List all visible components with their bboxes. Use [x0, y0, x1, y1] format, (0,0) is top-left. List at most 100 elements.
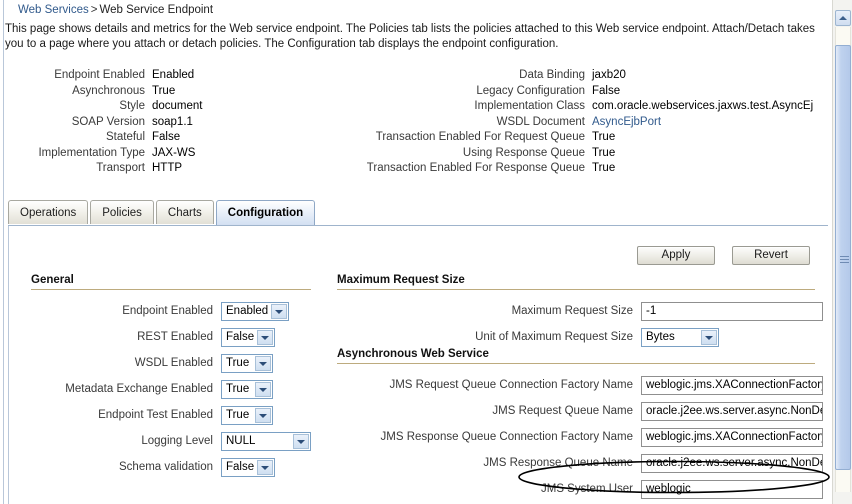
jms-system-user-input[interactable]: weblogic — [641, 480, 823, 499]
wsdl-enabled-select[interactable]: True — [221, 354, 273, 373]
summary-label: Using Response Queue — [462, 146, 585, 159]
select-value: True — [226, 383, 250, 395]
wsdl-document-link[interactable]: AsyncEjbPort — [592, 115, 661, 131]
scroll-up-arrow-icon[interactable] — [835, 10, 851, 26]
summary-label: Stateful — [106, 131, 145, 143]
field-row-schema-validation: Schema validation False — [31, 457, 311, 478]
summary-row: Legacy Configuration False — [340, 84, 830, 100]
scrollbar-grip-icon — [840, 256, 849, 265]
summary-row: SOAP Version soap1.1 — [0, 115, 300, 131]
breadcrumb-separator: > — [90, 4, 98, 16]
section-title: General — [31, 274, 74, 286]
configuration-panel: Apply Revert General Endpoint Enabled Ena… — [8, 226, 828, 504]
summary-value: JAX-WS — [152, 146, 196, 159]
section-divider — [337, 289, 815, 290]
apply-button[interactable]: Apply — [636, 246, 715, 265]
select-value: True — [226, 409, 250, 421]
summary-row: Endpoint Enabled Enabled — [0, 68, 300, 84]
summary-value: False — [152, 131, 181, 143]
breadcrumb-current: Web Service Endpoint — [99, 4, 214, 16]
select-value: False — [226, 461, 255, 473]
summary-row: Stateful False — [0, 130, 300, 146]
chevron-down-icon[interactable] — [257, 460, 273, 475]
section-asynchronous-web-service: Asynchronous Web Service JMS Request Que… — [337, 348, 823, 504]
section-divider — [337, 363, 815, 364]
field-row-jms-response-queue-name: JMS Response Queue Name oracle.j2ee.ws.se… — [337, 453, 823, 474]
summary-value: True — [592, 146, 616, 159]
select-value: Bytes — [646, 331, 675, 343]
summary-column-left: Endpoint Enabled Enabled Asynchronous True… — [0, 68, 300, 177]
summary-row: Transport HTTP — [0, 161, 300, 177]
summary-value: com.oracle.webservices.jaxws.test.AsyncE… — [592, 100, 814, 112]
field-label: Metadata Exchange Enabled — [65, 383, 213, 395]
summary-value: True — [592, 162, 616, 174]
field-label: JMS Response Queue Name — [483, 457, 633, 469]
metadata-exchange-enabled-select[interactable]: True — [221, 380, 273, 399]
field-row-logging-level: Logging Level NULL — [31, 431, 311, 452]
page-root: Web Services > Web Service Endpoint This p… — [0, 0, 852, 504]
summary-row: Transaction Enabled For Request Queue Tru… — [340, 130, 830, 146]
field-row-unit-of-maximum-request-size: Unit of Maximum Request Size Bytes — [337, 327, 815, 348]
summary-label: Implementation Class — [474, 100, 585, 112]
field-label: Endpoint Enabled — [122, 305, 213, 317]
chevron-down-icon[interactable] — [255, 408, 271, 423]
field-row-rest-enabled: REST Enabled False — [31, 327, 311, 348]
summary-value: Enabled — [152, 69, 195, 81]
tab-configuration[interactable]: Configuration — [215, 200, 316, 225]
schema-validation-select[interactable]: False — [221, 458, 275, 477]
section-general: General Endpoint Enabled Enabled REST Ena… — [31, 274, 311, 483]
summary-value: jaxb20 — [592, 69, 626, 81]
section-title: Maximum Request Size — [337, 274, 465, 286]
rest-enabled-select[interactable]: False — [221, 328, 275, 347]
summary-value: True — [592, 131, 616, 143]
chevron-down-icon[interactable] — [257, 330, 273, 345]
summary-label: WSDL Document — [496, 115, 585, 128]
field-row-maximum-request-size: Maximum Request Size -1 — [337, 301, 823, 322]
jms-request-queue-name-input[interactable]: oracle.j2ee.ws.server.async.NonDe — [641, 402, 823, 421]
jms-response-queue-connection-factory-name-input[interactable]: weblogic.jms.XAConnectionFactory — [641, 428, 823, 447]
maximum-request-size-input[interactable]: -1 — [641, 302, 823, 321]
field-row-wsdl-enabled: WSDL Enabled True — [31, 353, 311, 374]
endpoint-test-enabled-select[interactable]: True — [221, 406, 273, 425]
logging-level-select[interactable]: NULL — [221, 432, 311, 451]
endpoint-enabled-select[interactable]: Enabled — [221, 302, 289, 321]
revert-button[interactable]: Revert — [732, 246, 810, 265]
field-label: JMS Response Queue Connection Factory Na… — [380, 431, 633, 443]
chevron-down-icon[interactable] — [701, 330, 717, 345]
tab-charts[interactable]: Charts — [155, 200, 214, 224]
summary-value: document — [152, 100, 203, 112]
field-label: Endpoint Test Enabled — [98, 409, 213, 421]
summary-row: Transaction Enabled For Response Queue Tr… — [340, 161, 830, 177]
summary-row: Data Binding jaxb20 — [340, 68, 830, 84]
summary-label: Style — [119, 100, 145, 112]
select-value: True — [226, 357, 250, 369]
summary-row: Using Response Queue True — [340, 146, 830, 162]
field-row-jms-request-queue-connection-factory-name: JMS Request Queue Connection Factory Nam… — [337, 375, 823, 396]
breadcrumb-link-web-services[interactable]: Web Services — [18, 4, 89, 16]
tab-operations[interactable]: Operations — [8, 200, 89, 224]
field-row-endpoint-test-enabled: Endpoint Test Enabled True — [31, 405, 311, 426]
vertical-scrollbar[interactable] — [832, 0, 852, 504]
chevron-down-icon[interactable] — [255, 356, 271, 371]
field-label: JMS Request Queue Connection Factory Nam… — [389, 379, 633, 391]
summary-label: Asynchronous — [72, 84, 145, 97]
tab-policies[interactable]: Policies — [90, 200, 154, 224]
summary-row: Implementation Type JAX-WS — [0, 146, 300, 162]
summary-row: Style document — [0, 99, 300, 115]
chevron-down-icon[interactable] — [271, 304, 287, 319]
chevron-down-icon[interactable] — [255, 382, 271, 397]
section-divider — [31, 289, 311, 290]
field-row-jms-system-user: JMS System User weblogic — [337, 479, 823, 500]
breadcrumb: Web Services > Web Service Endpoint — [18, 4, 213, 16]
jms-response-queue-name-input[interactable]: oracle.j2ee.ws.server.async.NonDe — [641, 454, 823, 473]
jms-request-queue-connection-factory-name-input[interactable]: weblogic.jms.XAConnectionFactory — [641, 376, 823, 395]
summary-value: True — [152, 84, 176, 97]
tab-bar: Operations Policies Charts Configuration — [8, 200, 317, 226]
scrollbar-thumb[interactable] — [835, 45, 851, 470]
field-label: Logging Level — [141, 435, 213, 447]
summary-row: Implementation Class com.oracle.webservic… — [340, 99, 830, 115]
chevron-down-icon[interactable] — [293, 434, 309, 449]
unit-of-maximum-request-size-select[interactable]: Bytes — [641, 328, 719, 347]
summary-row: WSDL Document AsyncEjbPort — [340, 115, 830, 131]
field-label: WSDL Enabled — [134, 357, 213, 369]
